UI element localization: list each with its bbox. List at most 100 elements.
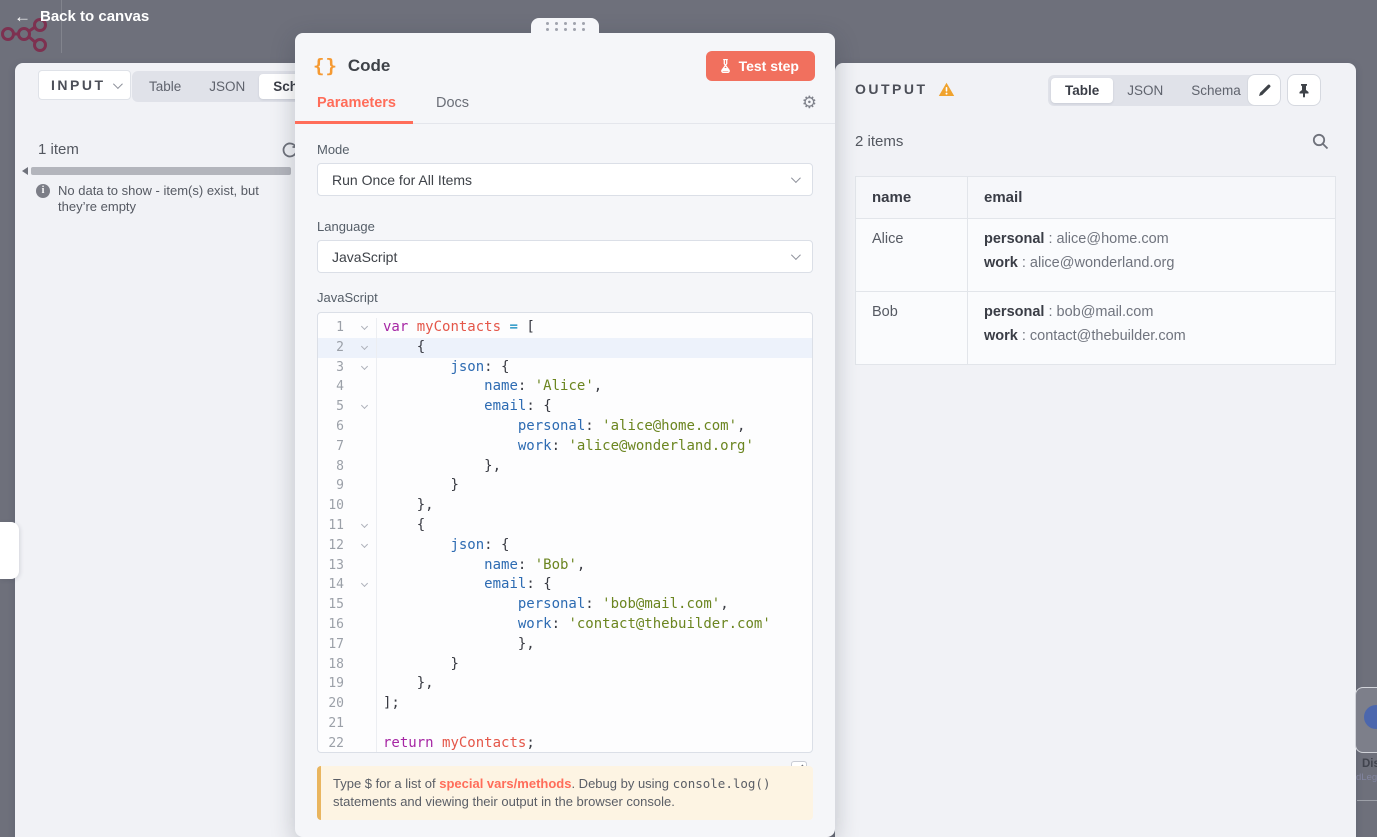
cell-name: Alice <box>855 218 968 292</box>
gutter-fold-column <box>344 318 377 338</box>
output-table: name email Alice personal : alice@home.co… <box>855 176 1336 365</box>
tab-parameters[interactable]: Parameters <box>317 95 396 111</box>
gutter-fold-column <box>344 337 377 358</box>
chevron-down-icon <box>790 250 801 261</box>
back-to-canvas-button[interactable]: ← Back to canvas <box>14 8 149 25</box>
code-text: { <box>416 516 426 533</box>
code-text: }, <box>416 497 434 514</box>
back-to-canvas-label: Back to canvas <box>40 8 150 25</box>
code-text: } <box>450 655 459 672</box>
table-row: Bob personal : bob@mail.com work : contact… <box>855 291 1336 365</box>
cell-email: personal : alice@home.com work : alice@wo… <box>967 218 1336 292</box>
code-line[interactable]: 10 }, <box>318 496 812 516</box>
input-label: INPUT <box>51 77 106 93</box>
code-line[interactable]: 3 json: { <box>318 357 812 378</box>
line-number: 1 <box>336 320 344 335</box>
language-value: JavaScript <box>332 248 398 265</box>
code-line[interactable]: 12 json: { <box>318 535 812 556</box>
input-selector-dropdown[interactable]: INPUT <box>38 70 131 100</box>
code-text: work: 'alice@wonderland.org' <box>517 437 754 454</box>
line-number: 17 <box>328 636 344 652</box>
code-line[interactable]: 2 { <box>318 337 812 358</box>
gutter-fold-column <box>344 595 377 615</box>
fold-chevron-icon[interactable] <box>360 540 369 548</box>
output-tab-json[interactable]: JSON <box>1113 78 1177 103</box>
code-text: personal: 'alice@home.com', <box>517 417 746 434</box>
code-line[interactable]: 19 }, <box>318 674 812 695</box>
cell-email: personal : bob@mail.com work : contact@th… <box>967 291 1336 365</box>
code-line[interactable]: 15 personal: 'bob@mail.com', <box>318 595 812 615</box>
gutter-fold-column <box>344 614 377 635</box>
line-number: 10 <box>328 498 344 514</box>
code-text: ]; <box>383 695 400 712</box>
fold-chevron-icon[interactable] <box>360 322 369 331</box>
code-line[interactable]: 20]; <box>318 694 812 714</box>
line-number: 16 <box>328 616 344 632</box>
scrollbar-thumb[interactable] <box>31 167 291 175</box>
gear-icon[interactable]: ⚙ <box>802 93 817 113</box>
code-line[interactable]: 17 }, <box>318 634 812 655</box>
input-tab-json[interactable]: JSON <box>195 74 259 99</box>
code-line[interactable]: 14 email: { <box>318 575 812 596</box>
node-icon <box>1364 705 1377 729</box>
code-line[interactable]: 16 work: 'contact@thebuilder.com' <box>318 614 812 635</box>
code-line[interactable]: 7 work: 'alice@wonderland.org' <box>318 436 812 457</box>
output-tab-schema[interactable]: Schema <box>1177 78 1255 103</box>
code-line[interactable]: 4 name: 'Alice', <box>318 377 812 398</box>
scroll-left-arrow-icon[interactable] <box>22 167 28 175</box>
line-number: 13 <box>328 557 344 573</box>
pin-output-button[interactable] <box>1287 74 1321 106</box>
output-tab-table[interactable]: Table <box>1051 78 1114 103</box>
code-text: email: { <box>484 576 552 593</box>
code-braces-icon: {} <box>313 55 338 77</box>
test-step-button[interactable]: Test step <box>705 51 815 81</box>
tab-docs[interactable]: Docs <box>436 95 469 111</box>
code-text: { <box>416 338 426 355</box>
gutter-fold-column <box>344 377 377 398</box>
hint-text-mid: . Debug by using <box>571 776 673 791</box>
drag-dots-icon <box>545 22 585 31</box>
code-text: name: 'Bob', <box>484 556 586 573</box>
fold-chevron-icon[interactable] <box>360 342 369 350</box>
input-horizontal-scrollbar[interactable] <box>22 167 291 175</box>
code-text: email: { <box>484 398 552 415</box>
mode-select[interactable]: Run Once for All Items <box>317 163 813 196</box>
input-empty-message: i No data to show - item(s) exist, but t… <box>36 183 288 216</box>
code-line[interactable]: 22 return myContacts; <box>318 733 812 752</box>
fold-chevron-icon[interactable] <box>360 580 369 588</box>
mode-value: Run Once for All Items <box>332 171 473 188</box>
code-editor[interactable]: 1 var myContacts = [2 {3 json: {4 name: '… <box>317 312 813 753</box>
input-tab-table[interactable]: Table <box>135 74 195 99</box>
collapsed-panel-tab[interactable] <box>0 522 19 579</box>
code-line[interactable]: 11 { <box>318 515 812 536</box>
code-line[interactable]: 18 } <box>318 654 812 675</box>
code-line[interactable]: 8 }, <box>318 456 812 477</box>
test-step-label: Test step <box>738 58 799 74</box>
language-select[interactable]: JavaScript <box>317 240 813 273</box>
fold-chevron-icon[interactable] <box>360 362 369 370</box>
gutter-fold-column <box>344 713 377 734</box>
code-line[interactable]: 13 name: 'Bob', <box>318 555 812 576</box>
fold-chevron-icon[interactable] <box>360 520 369 529</box>
gutter-fold-column <box>344 496 377 516</box>
canvas-node-card[interactable] <box>1355 687 1377 753</box>
line-number: 9 <box>336 478 344 494</box>
gutter-fold-column <box>344 654 377 675</box>
line-number: 2 <box>336 339 344 355</box>
flask-icon <box>720 59 730 73</box>
input-panel: INPUT Table JSON Schema 1 item i No data… <box>15 63 343 837</box>
code-line[interactable]: 1 var myContacts = [ <box>318 318 812 338</box>
fold-chevron-icon[interactable] <box>360 402 369 410</box>
special-vars-link[interactable]: special vars/methods <box>439 776 571 791</box>
gutter-fold-column <box>344 416 377 437</box>
code-line[interactable]: 6 personal: 'alice@home.com', <box>318 416 812 437</box>
gutter-fold-column <box>344 436 377 457</box>
code-line[interactable]: 5 email: { <box>318 397 812 417</box>
code-line[interactable]: 21 <box>318 713 812 734</box>
search-icon[interactable] <box>1312 133 1329 150</box>
info-icon: i <box>36 184 50 198</box>
gutter-fold-column <box>344 634 377 655</box>
code-line[interactable]: 9 } <box>318 476 812 497</box>
line-number: 21 <box>328 715 344 731</box>
edit-output-button[interactable] <box>1247 74 1281 106</box>
